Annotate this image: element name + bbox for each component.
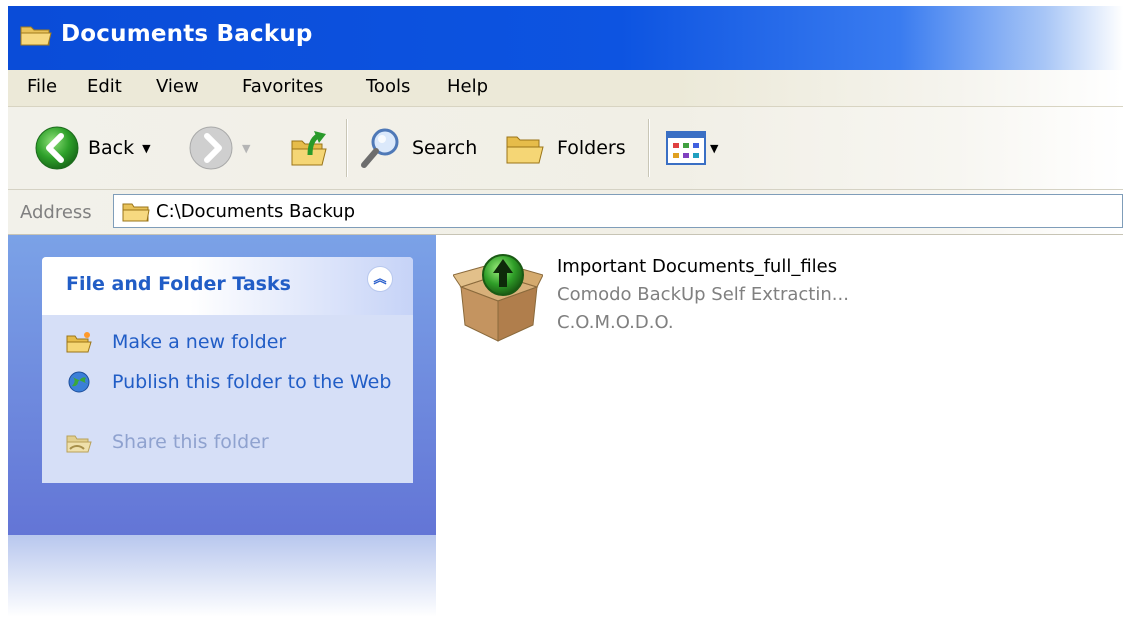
globe-icon	[68, 371, 90, 393]
back-button[interactable]: Back ▼	[34, 125, 151, 171]
back-label: Back	[88, 137, 135, 159]
search-label: Search	[412, 137, 478, 159]
views-icon	[666, 131, 706, 165]
folders-button[interactable]: Folders	[503, 125, 626, 171]
file-company: C.O.M.O.D.O.	[557, 312, 674, 333]
folders-icon	[506, 136, 544, 164]
address-bar: Address C:\Documents Backup	[8, 190, 1123, 235]
search-icon	[361, 128, 399, 168]
toolbar-separator	[346, 119, 348, 177]
menu-favorites[interactable]: Favorites	[242, 76, 323, 97]
window-title: Documents Backup	[61, 21, 313, 47]
folders-label: Folders	[557, 137, 626, 159]
back-dropdown-icon[interactable]: ▼	[142, 142, 150, 155]
search-button[interactable]: Search	[358, 125, 477, 171]
task-label: Publish this folder to the Web	[112, 371, 392, 393]
toolbar-separator	[648, 119, 650, 177]
explorer-window: Documents Backup File Edit View Favorite…	[8, 0, 1123, 617]
views-dropdown-icon[interactable]: ▼	[710, 142, 718, 155]
forward-dropdown-icon[interactable]: ▼	[242, 142, 250, 155]
forward-arrow-icon	[189, 126, 233, 170]
tasks-title: File and Folder Tasks	[66, 273, 291, 295]
menu-file[interactable]: File	[27, 76, 57, 97]
task-label: Share this folder	[112, 431, 269, 453]
up-folder-button[interactable]	[288, 125, 334, 171]
back-arrow-icon	[35, 126, 79, 170]
new-folder-icon	[66, 332, 92, 353]
task-label: Make a new folder	[112, 331, 287, 353]
address-input[interactable]: C:\Documents Backup	[113, 194, 1123, 228]
forward-button[interactable]: ▼	[188, 125, 250, 171]
task-pane-fade	[8, 535, 436, 617]
toolbar: Back ▼ ▼ Search Folders ▼	[8, 107, 1123, 190]
menu-bar: File Edit View Favorites Tools Help	[8, 70, 1123, 107]
file-type: Comodo BackUp Self Extractin...	[557, 284, 849, 305]
collapse-chevron-icon[interactable]: ︽	[367, 266, 393, 292]
up-folder-icon	[291, 131, 327, 166]
task-pane: File and Folder Tasks ︽ Make a new folde…	[8, 235, 436, 535]
menu-edit[interactable]: Edit	[87, 76, 122, 97]
address-value: C:\Documents Backup	[156, 201, 356, 222]
folder-icon	[20, 26, 52, 46]
tasks-header[interactable]: File and Folder Tasks ︽	[42, 257, 413, 315]
views-button[interactable]: ▼	[666, 125, 718, 171]
menu-view[interactable]: View	[156, 76, 199, 97]
title-bar[interactable]: Documents Backup	[8, 0, 1123, 70]
menu-tools[interactable]: Tools	[366, 76, 410, 97]
menu-help[interactable]: Help	[447, 76, 488, 97]
package-install-icon	[453, 254, 543, 342]
file-name: Important Documents_full_files	[557, 256, 838, 277]
file-folder-tasks-box: File and Folder Tasks ︽ Make a new folde…	[42, 257, 413, 483]
address-label: Address	[20, 202, 92, 223]
share-folder-icon	[66, 435, 92, 453]
folder-icon	[122, 203, 150, 222]
